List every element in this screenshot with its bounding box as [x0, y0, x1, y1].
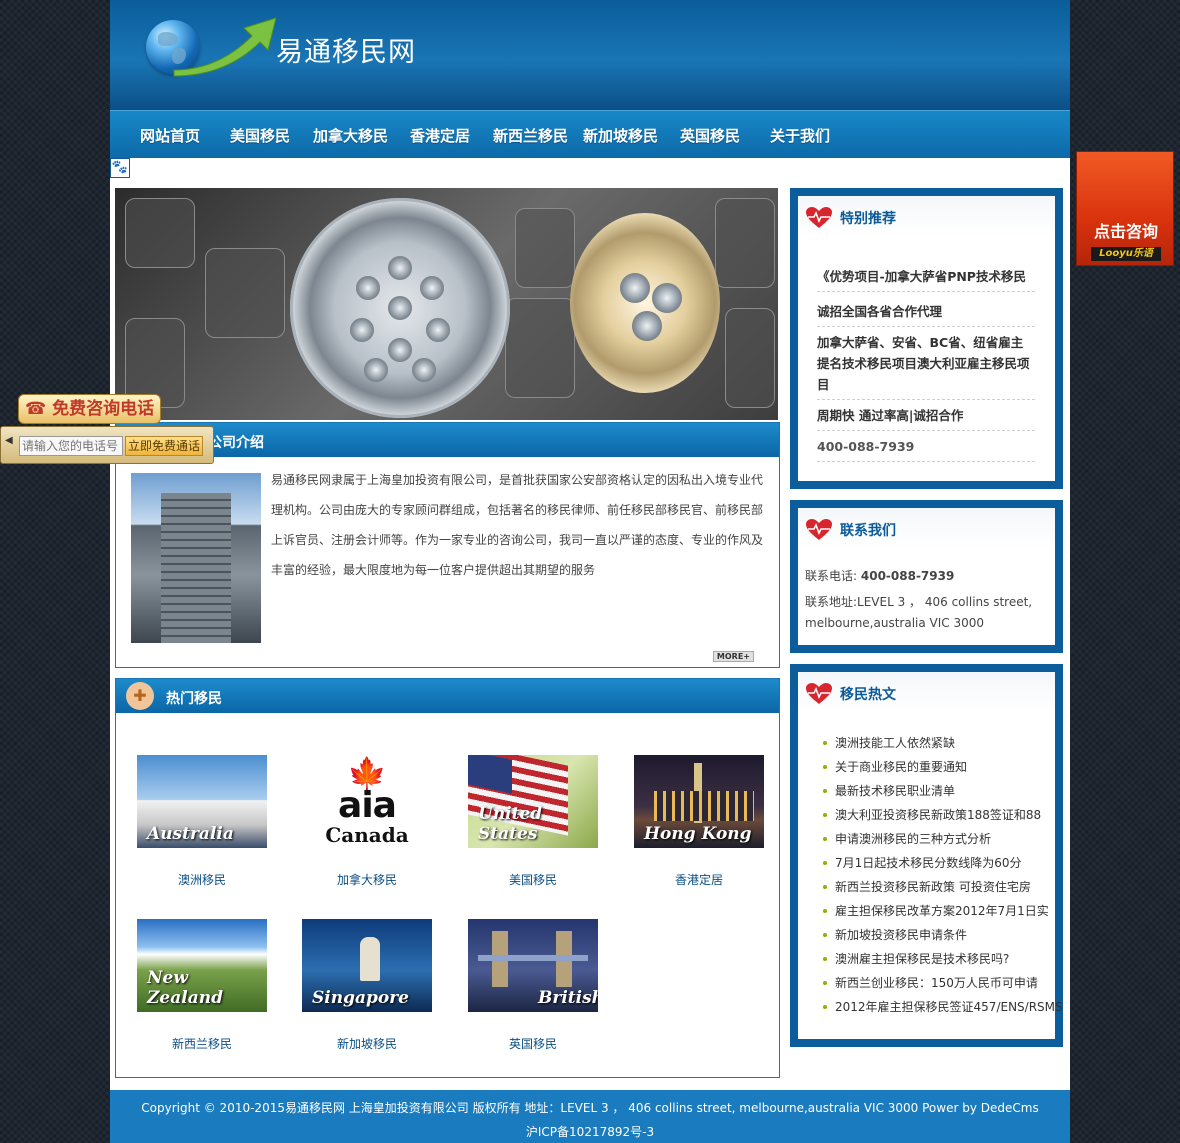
country-link-singapore[interactable]: 新加坡移民: [302, 1035, 432, 1052]
country-link-australia[interactable]: 澳洲移民: [137, 871, 267, 888]
free-call-title: ☎ 免费咨询电话: [18, 394, 162, 424]
consult-widget[interactable]: 点击咨询 Looyu乐语: [1076, 151, 1174, 266]
country-link-hongkong[interactable]: 香港定居: [634, 871, 764, 888]
news-box: 移民热文 澳洲技能工人依然紧缺 关于商业移民的重要通知 最新技术移民职业清单 澳大利亚…: [790, 664, 1063, 1047]
phone-icon: ☎: [25, 399, 47, 419]
news-item[interactable]: 最新技术移民职业清单: [835, 782, 1065, 799]
contact-title: 联系我们: [840, 523, 896, 539]
collapse-arrow-icon[interactable]: ◀: [5, 435, 13, 446]
paw-icon[interactable]: 🐾: [110, 158, 130, 178]
news-item[interactable]: 7月1日起技术移民分数线降为60分: [835, 854, 1065, 871]
phone-number-input[interactable]: [19, 436, 123, 456]
bullet-icon: [823, 813, 827, 817]
site-logo-text[interactable]: 易通移民网: [276, 30, 416, 69]
country-image-singapore[interactable]: Singapore: [302, 919, 432, 1012]
contact-address: 联系地址:LEVEL 3 ， 406 collins street, melbo…: [805, 595, 1033, 630]
free-call-bar: ◀ 立即免费通话: [0, 426, 214, 464]
heartbeat-icon: [806, 519, 832, 540]
contact-phone: 400-088-7939: [860, 569, 955, 583]
country-image-british[interactable]: British: [468, 919, 598, 1012]
bullet-icon: [823, 981, 827, 985]
building-image: [131, 473, 261, 643]
led-downlight-image: [290, 198, 510, 418]
footer-copyright: Copyright © 2010-2015易通移民网 上海皇加投资有限公司 版权…: [141, 1101, 1039, 1115]
heartbeat-icon: [806, 207, 832, 228]
news-item[interactable]: 新加坡投资移民申请条件: [835, 926, 1065, 943]
bullet-icon: [823, 837, 827, 841]
nav-item-hongkong[interactable]: 香港定居: [410, 125, 470, 146]
page-wrapper: 易通移民网 网站首页 美国移民 加拿大移民 香港定居 新西兰移民 新加坡移民 英…: [110, 0, 1070, 1143]
nav-item-canada[interactable]: 加拿大移民: [313, 125, 388, 146]
news-item[interactable]: 新西兰创业移民：150万人民币可申请: [835, 974, 1065, 991]
about-text: 易通移民网隶属于上海皇加投资有限公司，是首批获国家公安部资格认定的因私出入境专业…: [271, 473, 764, 577]
country-image-canada[interactable]: 🍁 aia Canada: [302, 755, 432, 848]
about-section: 公司介绍 易通移民网隶属于上海皇加投资有限公司，是首批获国家公安部资格认定的因私…: [115, 422, 780, 668]
consult-label[interactable]: 点击咨询: [1077, 218, 1175, 242]
bullet-icon: [823, 861, 827, 865]
recommend-box: 特别推荐 《优势项目-加拿大萨省PNP技术移民 诚招全国各省合作代理 加拿大萨省…: [790, 188, 1063, 489]
nav-item-uk[interactable]: 英国移民: [680, 125, 740, 146]
site-header: 易通移民网: [110, 0, 1070, 110]
recommend-phone[interactable]: 400-088-7939: [817, 436, 1035, 462]
contact-phone-line: 联系电话: 400-088-7939: [805, 566, 1055, 587]
popular-section: ✚ 热门移民 Australia 澳洲移民 🍁 aia Canada 加拿大移民…: [115, 678, 780, 1078]
bullet-icon: [823, 885, 827, 889]
nav-item-usa[interactable]: 美国移民: [230, 125, 290, 146]
news-item[interactable]: 澳洲雇主担保移民是技术移民吗?: [835, 950, 1065, 967]
recommend-item[interactable]: 《优势项目-加拿大萨省PNP技术移民: [817, 266, 1035, 292]
news-item[interactable]: 2012年雇主担保移民签证457/ENS/RSMS: [835, 998, 1065, 1015]
country-link-british[interactable]: 英国移民: [468, 1035, 598, 1052]
free-call-widget: ☎ 免费咨询电话 ◀ 立即免费通话: [0, 394, 214, 470]
bullet-icon: [823, 789, 827, 793]
free-call-button[interactable]: 立即免费通话: [125, 436, 203, 456]
news-item[interactable]: 关于商业移民的重要通知: [835, 758, 1065, 775]
nav-item-singapore[interactable]: 新加坡移民: [583, 125, 658, 146]
news-title: 移民热文: [840, 687, 896, 703]
heartbeat-icon: [806, 683, 832, 704]
main-nav: 网站首页 美国移民 加拿大移民 香港定居 新西兰移民 新加坡移民 英国移民 关于…: [110, 110, 1070, 158]
recommend-item[interactable]: 周期快 通过率高|诚招合作: [817, 405, 1035, 431]
recommend-item[interactable]: 诚招全国各省合作代理: [817, 301, 1035, 327]
contact-phone-label: 联系电话:: [805, 569, 858, 583]
news-item[interactable]: 澳大利亚投资移民新政策188签证和88: [835, 806, 1065, 823]
nav-item-newzealand[interactable]: 新西兰移民: [493, 125, 568, 146]
about-title: 公司介绍: [208, 435, 264, 451]
news-item[interactable]: 雇主担保移民改革方案2012年7月1日实: [835, 902, 1065, 919]
hero-banner: [115, 188, 778, 420]
nav-item-home[interactable]: 网站首页: [140, 125, 200, 146]
popular-header: ✚ 热门移民: [116, 679, 779, 713]
footer-icp[interactable]: 沪ICP备10217892号-3: [110, 1123, 1070, 1140]
country-link-usa[interactable]: 美国移民: [468, 871, 598, 888]
arrow-logo-icon: [173, 17, 277, 77]
spotlight-image: [570, 213, 720, 393]
contact-box: 联系我们 联系电话: 400-088-7939 联系地址:LEVEL 3 ， 4…: [790, 500, 1063, 653]
bullet-icon: [823, 1005, 827, 1009]
more-button[interactable]: MORE+: [712, 651, 754, 662]
country-link-canada[interactable]: 加拿大移民: [302, 871, 432, 888]
news-item[interactable]: 申请澳洲移民的三种方式分析: [835, 830, 1065, 847]
bullet-icon: [823, 765, 827, 769]
country-link-newzealand[interactable]: 新西兰移民: [137, 1035, 267, 1052]
country-image-usa[interactable]: United States: [468, 755, 598, 848]
recommend-item[interactable]: 加拿大萨省、安省、BC省、纽省雇主提名技术移民项目澳大利亚雇主移民项目: [817, 332, 1035, 400]
news-item[interactable]: 新西兰投资移民新政策 可投资住宅房: [835, 878, 1065, 895]
country-image-hongkong[interactable]: Hong Kong: [634, 755, 764, 848]
bandage-icon: ✚: [126, 682, 154, 710]
nav-item-about[interactable]: 关于我们: [770, 125, 830, 146]
country-image-newzealand[interactable]: New Zealand: [137, 919, 267, 1012]
site-footer: Copyright © 2010-2015易通移民网 上海皇加投资有限公司 版权…: [110, 1090, 1070, 1143]
recommend-title: 特别推荐: [840, 211, 896, 227]
bullet-icon: [823, 741, 827, 745]
popular-title: 热门移民: [166, 691, 222, 707]
consult-brand: Looyu乐语: [1091, 247, 1161, 261]
about-header: 公司介绍: [116, 423, 779, 457]
bullet-icon: [823, 957, 827, 961]
bullet-icon: [823, 933, 827, 937]
bullet-icon: [823, 909, 827, 913]
country-image-australia[interactable]: Australia: [137, 755, 267, 848]
news-item[interactable]: 澳洲技能工人依然紧缺: [835, 734, 1065, 751]
